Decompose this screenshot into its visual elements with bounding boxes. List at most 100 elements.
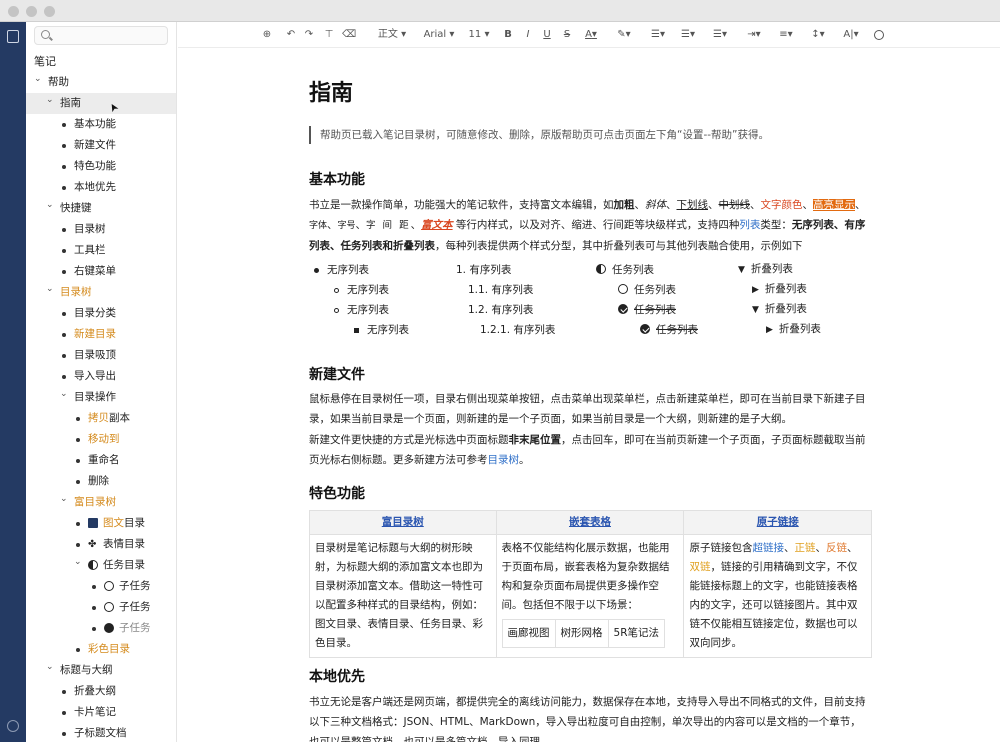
check-circle-icon[interactable] — [618, 304, 628, 314]
tree-node[interactable]: 新建目录 — [26, 324, 176, 345]
list-item[interactable]: 1.1. 有序列表 — [468, 280, 533, 300]
font-size-select[interactable]: 11 ▾ — [466, 27, 492, 43]
letter-spacing-button[interactable]: A|▾ — [840, 27, 862, 43]
chevron-down-icon[interactable]: ⌄ — [60, 489, 68, 510]
zoom-window-button[interactable] — [44, 6, 55, 17]
task-list-button[interactable]: ☰▾ — [710, 27, 730, 43]
chevron-down-icon[interactable]: ⌄ — [74, 552, 82, 573]
tree-node[interactable]: 子任务 — [26, 576, 176, 597]
tree-node[interactable]: 目录吸顶 — [26, 345, 176, 366]
list-item[interactable]: 任务列表 — [618, 300, 676, 320]
table-header[interactable]: 富目录树 — [309, 510, 497, 535]
bold-button[interactable]: B — [502, 27, 514, 43]
tree-node[interactable]: 导入导出 — [26, 366, 176, 387]
heading-new-file[interactable]: 新建文件 — [309, 364, 365, 384]
tree-node[interactable]: ⌄ 快捷键 — [26, 195, 176, 219]
tree-node[interactable]: 图文目录 — [26, 513, 176, 534]
empty-circle-icon[interactable] — [104, 581, 114, 591]
nested-table[interactable]: 画廊视图 树形网格 5R笔记法 — [501, 619, 666, 648]
table-header[interactable]: 原子链接 — [683, 510, 872, 535]
page-title[interactable]: 指南 — [309, 75, 353, 107]
list-item[interactable]: 无序列表 — [314, 260, 369, 280]
chevron-down-icon[interactable]: ⌄ — [46, 90, 54, 111]
directory-tree-link[interactable]: 目录树 — [488, 454, 520, 466]
list-item[interactable]: ▶ 折叠列表 — [752, 279, 807, 300]
strikethrough-button[interactable]: S — [561, 27, 573, 43]
list-item[interactable]: 任务列表 — [596, 260, 654, 280]
paragraph-new-file-2[interactable]: 新建文件更快捷的方式是光标选中页面标题非末尾位置，点击回车，即可在当前页新建一个… — [309, 430, 871, 470]
list-item[interactable]: 1.2. 有序列表 — [468, 300, 533, 320]
nested-cell[interactable]: 树形网格 — [554, 619, 609, 648]
list-item[interactable]: 无序列表 — [354, 320, 409, 340]
tree-node[interactable]: 工具栏 — [26, 240, 176, 261]
nested-cell[interactable]: 5R笔记法 — [607, 619, 666, 648]
align-button[interactable]: ≡▾ — [776, 27, 796, 43]
half-circle-icon[interactable] — [88, 560, 98, 570]
bullet-list-button[interactable]: ☰▾ — [648, 27, 668, 43]
chevron-down-icon[interactable]: ⌄ — [46, 657, 54, 678]
tree-node[interactable]: 新建文件 — [26, 135, 176, 156]
forward-link[interactable]: 正链 — [794, 542, 815, 554]
tree-node[interactable]: ⌄ 目录操作 — [26, 384, 176, 408]
hyperlink-link[interactable]: 超链接 — [752, 542, 784, 554]
font-family-select[interactable]: Arial ▾ — [418, 27, 460, 43]
paragraph-new-file-1[interactable]: 鼠标悬停在目录树任一项，目录右侧出现菜单按钮，点击菜单出现菜单栏，点击新建菜单栏… — [309, 389, 871, 429]
highlight-button[interactable]: ✎▾ — [614, 27, 634, 43]
chevron-down-icon[interactable]: ⌄ — [46, 195, 54, 216]
settings-gear-icon[interactable] — [7, 720, 19, 732]
check-circle-icon[interactable] — [104, 623, 114, 633]
heading-local-first[interactable]: 本地优先 — [309, 666, 365, 686]
indent-button[interactable]: ⇥▾ — [744, 27, 764, 43]
chevron-down-icon[interactable]: ⌄ — [60, 384, 68, 405]
redo-icon[interactable]: ↷ — [302, 27, 316, 43]
tree-node[interactable]: ⌄ 指南 — [26, 90, 176, 114]
tree-node[interactable]: ⌄ 富目录树 — [26, 489, 176, 513]
nested-cell[interactable]: 画廊视图 — [501, 619, 556, 648]
paragraph-local-first[interactable]: 书立无论是客户端还是网页端，都提供完全的离线访问能力，数据保存在本地，支持导入导… — [309, 692, 871, 742]
underline-button[interactable]: U — [541, 27, 553, 43]
smile-icon[interactable]: ✤ — [88, 534, 100, 550]
heading-features[interactable]: 特色功能 — [309, 483, 365, 503]
editor-content[interactable]: 指南 帮助页已载入笔记目录树，可随意修改、删除，原版帮助页可点击页面左下角“设置… — [178, 49, 1000, 742]
backlink-link[interactable]: 反链 — [826, 542, 847, 554]
paragraph-style-select[interactable]: 正文 ▾ — [372, 27, 412, 43]
add-circle-icon[interactable]: ⊕ — [260, 27, 274, 43]
list-item[interactable]: ▼ 折叠列表 — [738, 259, 793, 280]
list-item[interactable]: 任务列表 — [640, 320, 698, 340]
half-circle-icon[interactable] — [596, 264, 606, 274]
list-item[interactable]: 1. 有序列表 — [456, 260, 511, 280]
undo-icon[interactable]: ↶ — [284, 27, 298, 43]
table-cell[interactable]: 原子链接包含超链接、正链、反链、双链，链接的引用精确到文字，不仅能链接标题上的文… — [683, 534, 872, 658]
tree-node[interactable]: ⌄ 任务目录 — [26, 552, 176, 576]
tree-node[interactable]: 卡片笔记 — [26, 702, 176, 723]
tree-node[interactable]: 基本功能 — [26, 114, 176, 135]
tree-node[interactable]: 删除 — [26, 471, 176, 492]
tree-root[interactable]: 笔记 — [26, 51, 176, 72]
tree-node[interactable]: 重命名 — [26, 450, 176, 471]
tree-node[interactable]: 子标题文档 — [26, 723, 176, 742]
tree-node[interactable]: ✤ 表情目录 — [26, 534, 176, 555]
tree-node[interactable]: 移动到 — [26, 429, 176, 450]
notebook-icon[interactable] — [7, 30, 19, 43]
paragraph-basic-features[interactable]: 书立是一款操作简单，功能强大的笔记软件，支持富文本编辑，如加粗、斜体、下划线、中… — [309, 195, 871, 256]
image-icon[interactable] — [88, 518, 98, 528]
list-link[interactable]: 列表 — [739, 219, 760, 231]
list-item[interactable]: 任务列表 — [618, 280, 676, 300]
list-item[interactable]: ▶ 折叠列表 — [766, 319, 821, 340]
search-icon[interactable] — [874, 30, 884, 40]
caret-right-icon[interactable]: ▶ — [766, 320, 773, 340]
caret-down-icon[interactable]: ▼ — [752, 300, 759, 320]
ordered-list-button[interactable]: ☰▾ — [678, 27, 698, 43]
tree-node[interactable]: 子任务 — [26, 597, 176, 618]
features-table[interactable]: 富目录树 嵌套表格 原子链接 目录树是笔记标题与大纲的树形映射，为标题大纲的添加… — [309, 510, 872, 658]
tree-node[interactable]: ⌄ 目录树 — [26, 282, 176, 303]
tree-node[interactable]: 目录树 — [26, 219, 176, 240]
list-item[interactable]: 1.2.1. 有序列表 — [480, 320, 555, 340]
heading-basic-features[interactable]: 基本功能 — [309, 169, 365, 189]
check-circle-icon[interactable] — [640, 324, 650, 334]
empty-circle-icon[interactable] — [104, 602, 114, 612]
bidirectional-link[interactable]: 双链 — [689, 561, 710, 573]
table-cell[interactable]: 目录树是笔记标题与大纲的树形映射，为标题大纲的添加富文本也即为目录树添加富文本。… — [309, 534, 497, 658]
minimize-window-button[interactable] — [26, 6, 37, 17]
list-item[interactable]: 无序列表 — [334, 300, 389, 320]
